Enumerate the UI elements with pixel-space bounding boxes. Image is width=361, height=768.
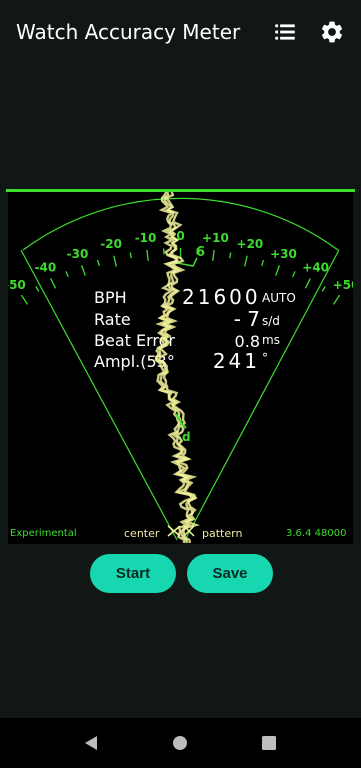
bph-label: BPH xyxy=(94,288,127,307)
scale-tick xyxy=(96,259,100,266)
scale-tick xyxy=(332,294,341,305)
rate-label: Rate xyxy=(94,310,131,329)
rate-unit: s/d xyxy=(262,314,280,328)
scale-tick xyxy=(321,286,326,292)
scale-tick-label: -40 xyxy=(34,261,56,275)
experimental-label: Experimental xyxy=(10,528,77,539)
scale-tick xyxy=(212,249,215,261)
meter-panel: -50-40-30-20-100+10+20+30+40+50 6 BPH 21… xyxy=(8,192,353,544)
app-title: Watch Accuracy Meter xyxy=(16,20,241,44)
scale-tick xyxy=(244,255,248,267)
meter-canvas: -50-40-30-20-100+10+20+30+40+50 6 BPH 21… xyxy=(8,192,353,544)
scale-tick xyxy=(50,278,57,289)
scale-tick-label: -10 xyxy=(135,231,157,245)
beat-trace xyxy=(154,192,201,544)
amplitude-unit: ° xyxy=(262,351,268,365)
scale-tick xyxy=(80,265,86,276)
start-button[interactable]: Start xyxy=(90,554,176,593)
recents-icon[interactable] xyxy=(262,736,276,750)
center-label: center xyxy=(124,527,160,540)
scale-tick-label: -30 xyxy=(67,247,89,261)
scale-tick xyxy=(146,249,149,261)
system-nav-bar xyxy=(0,718,361,768)
version-label: 3.6.4 48000 xyxy=(286,528,346,539)
scale-tick-label: +20 xyxy=(237,237,264,251)
scale-tick xyxy=(113,255,117,267)
scale-tick xyxy=(229,252,232,259)
scale-tick xyxy=(129,252,132,259)
scale-tick-label: +30 xyxy=(270,247,297,261)
rate-value: - 7 xyxy=(234,307,260,331)
scale-tick-label: +50 xyxy=(333,278,353,292)
scale-tick-label: +40 xyxy=(302,261,329,275)
bph-value: 21600 xyxy=(182,285,261,309)
back-icon[interactable] xyxy=(85,736,97,750)
scale-tick xyxy=(275,265,281,276)
settings-gear-icon[interactable] xyxy=(319,19,345,45)
list-icon[interactable] xyxy=(272,19,298,45)
scale-tick xyxy=(304,278,311,289)
scale-tick-label: +10 xyxy=(202,231,229,245)
scale-tick-label: -20 xyxy=(100,237,122,251)
scale-tick xyxy=(292,271,296,278)
amplitude-value: 241 xyxy=(213,349,260,373)
scale-tick xyxy=(261,259,265,266)
scale-tick xyxy=(65,271,69,278)
bph-mode: AUTO xyxy=(262,291,296,305)
rate-marker-label: 6 xyxy=(196,245,205,260)
save-button[interactable]: Save xyxy=(187,554,273,593)
beat-error-unit: ms xyxy=(262,333,280,347)
trace-label-d: d xyxy=(182,430,191,444)
pattern-label: pattern xyxy=(202,527,242,540)
scale-tick-label: -50 xyxy=(8,278,26,292)
scale-tick xyxy=(20,294,29,305)
home-icon[interactable] xyxy=(173,736,187,750)
app-bar: Watch Accuracy Meter xyxy=(0,0,361,66)
scale-tick xyxy=(35,286,40,292)
